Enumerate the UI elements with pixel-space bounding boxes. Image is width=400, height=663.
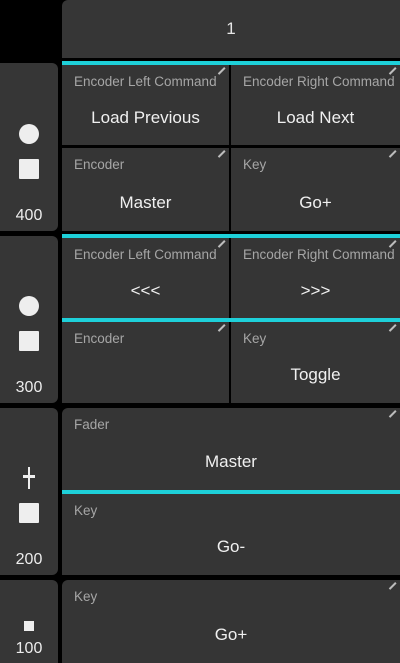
fader-cell[interactable]: Fader Master <box>62 408 400 490</box>
side-panel-300[interactable] <box>0 236 58 403</box>
resize-corner-icon <box>389 150 397 158</box>
resize-corner-icon <box>218 324 226 332</box>
cell-value: Go+ <box>299 193 332 212</box>
resize-corner-icon <box>218 240 226 248</box>
resize-corner-icon <box>218 150 226 158</box>
circle-icon <box>19 124 39 144</box>
key-cell[interactable]: Key Go- <box>62 494 400 575</box>
cell-value: Master <box>119 193 172 212</box>
encoder-left-command-cell[interactable]: Encoder Left Command <<< <box>62 238 229 318</box>
cell-value: Master <box>205 452 257 471</box>
cell-label: Key <box>74 503 98 518</box>
fader-icon <box>22 467 36 489</box>
cell-value: Go+ <box>214 625 248 644</box>
encoder-cell[interactable]: Encoder Master <box>62 148 229 231</box>
square-icon <box>19 503 39 523</box>
cell-label: Key <box>243 331 267 346</box>
side-panel-200[interactable] <box>0 408 58 575</box>
key-cell[interactable]: Key Go+ <box>62 580 400 663</box>
key-cell[interactable]: Key Go+ <box>231 148 400 231</box>
section-number: 300 <box>15 379 43 396</box>
encoder-right-command-cell[interactable]: Encoder Right Command >>> <box>231 238 400 318</box>
cell-label: Encoder Left Command <box>74 74 217 89</box>
small-square-icon <box>24 621 34 631</box>
cell-label: Encoder Left Command <box>74 247 217 262</box>
cell-label: Encoder <box>74 157 125 172</box>
encoder-left-command-cell[interactable]: Encoder Left Command Load Previous <box>62 65 229 145</box>
cell-value: Load Next <box>276 108 355 127</box>
key-cell[interactable]: Key Toggle <box>231 322 400 403</box>
section-number: 400 <box>15 207 43 224</box>
resize-corner-icon <box>389 410 397 418</box>
page-header[interactable]: 1 <box>62 0 400 58</box>
section-number: 200 <box>15 551 43 568</box>
resize-corner-icon <box>218 67 226 75</box>
cell-label: Encoder Right Command <box>243 247 395 262</box>
page-number-label: 1 <box>226 19 236 38</box>
encoder-cell[interactable]: Encoder <box>62 322 229 403</box>
resize-corner-icon <box>389 67 397 75</box>
cell-value: Toggle <box>290 365 341 384</box>
cell-value: Load Previous <box>91 108 200 127</box>
resize-corner-icon <box>389 324 397 332</box>
cell-value: <<< <box>130 281 161 300</box>
cell-label: Key <box>243 157 267 172</box>
cell-value: >>> <box>300 281 331 300</box>
cell-label: Key <box>74 589 98 604</box>
cell-label: Fader <box>74 417 110 432</box>
circle-icon <box>19 296 39 316</box>
side-panel-400[interactable] <box>0 63 58 231</box>
encoder-right-command-cell[interactable]: Encoder Right Command Load Next <box>231 65 400 145</box>
cell-label: Encoder <box>74 331 125 346</box>
cell-label: Encoder Right Command <box>243 74 395 89</box>
section-number: 100 <box>15 640 43 657</box>
resize-corner-icon <box>389 582 397 590</box>
square-icon <box>19 159 39 179</box>
resize-corner-icon <box>389 240 397 248</box>
cell-value: Go- <box>216 537 246 556</box>
square-icon <box>19 331 39 351</box>
